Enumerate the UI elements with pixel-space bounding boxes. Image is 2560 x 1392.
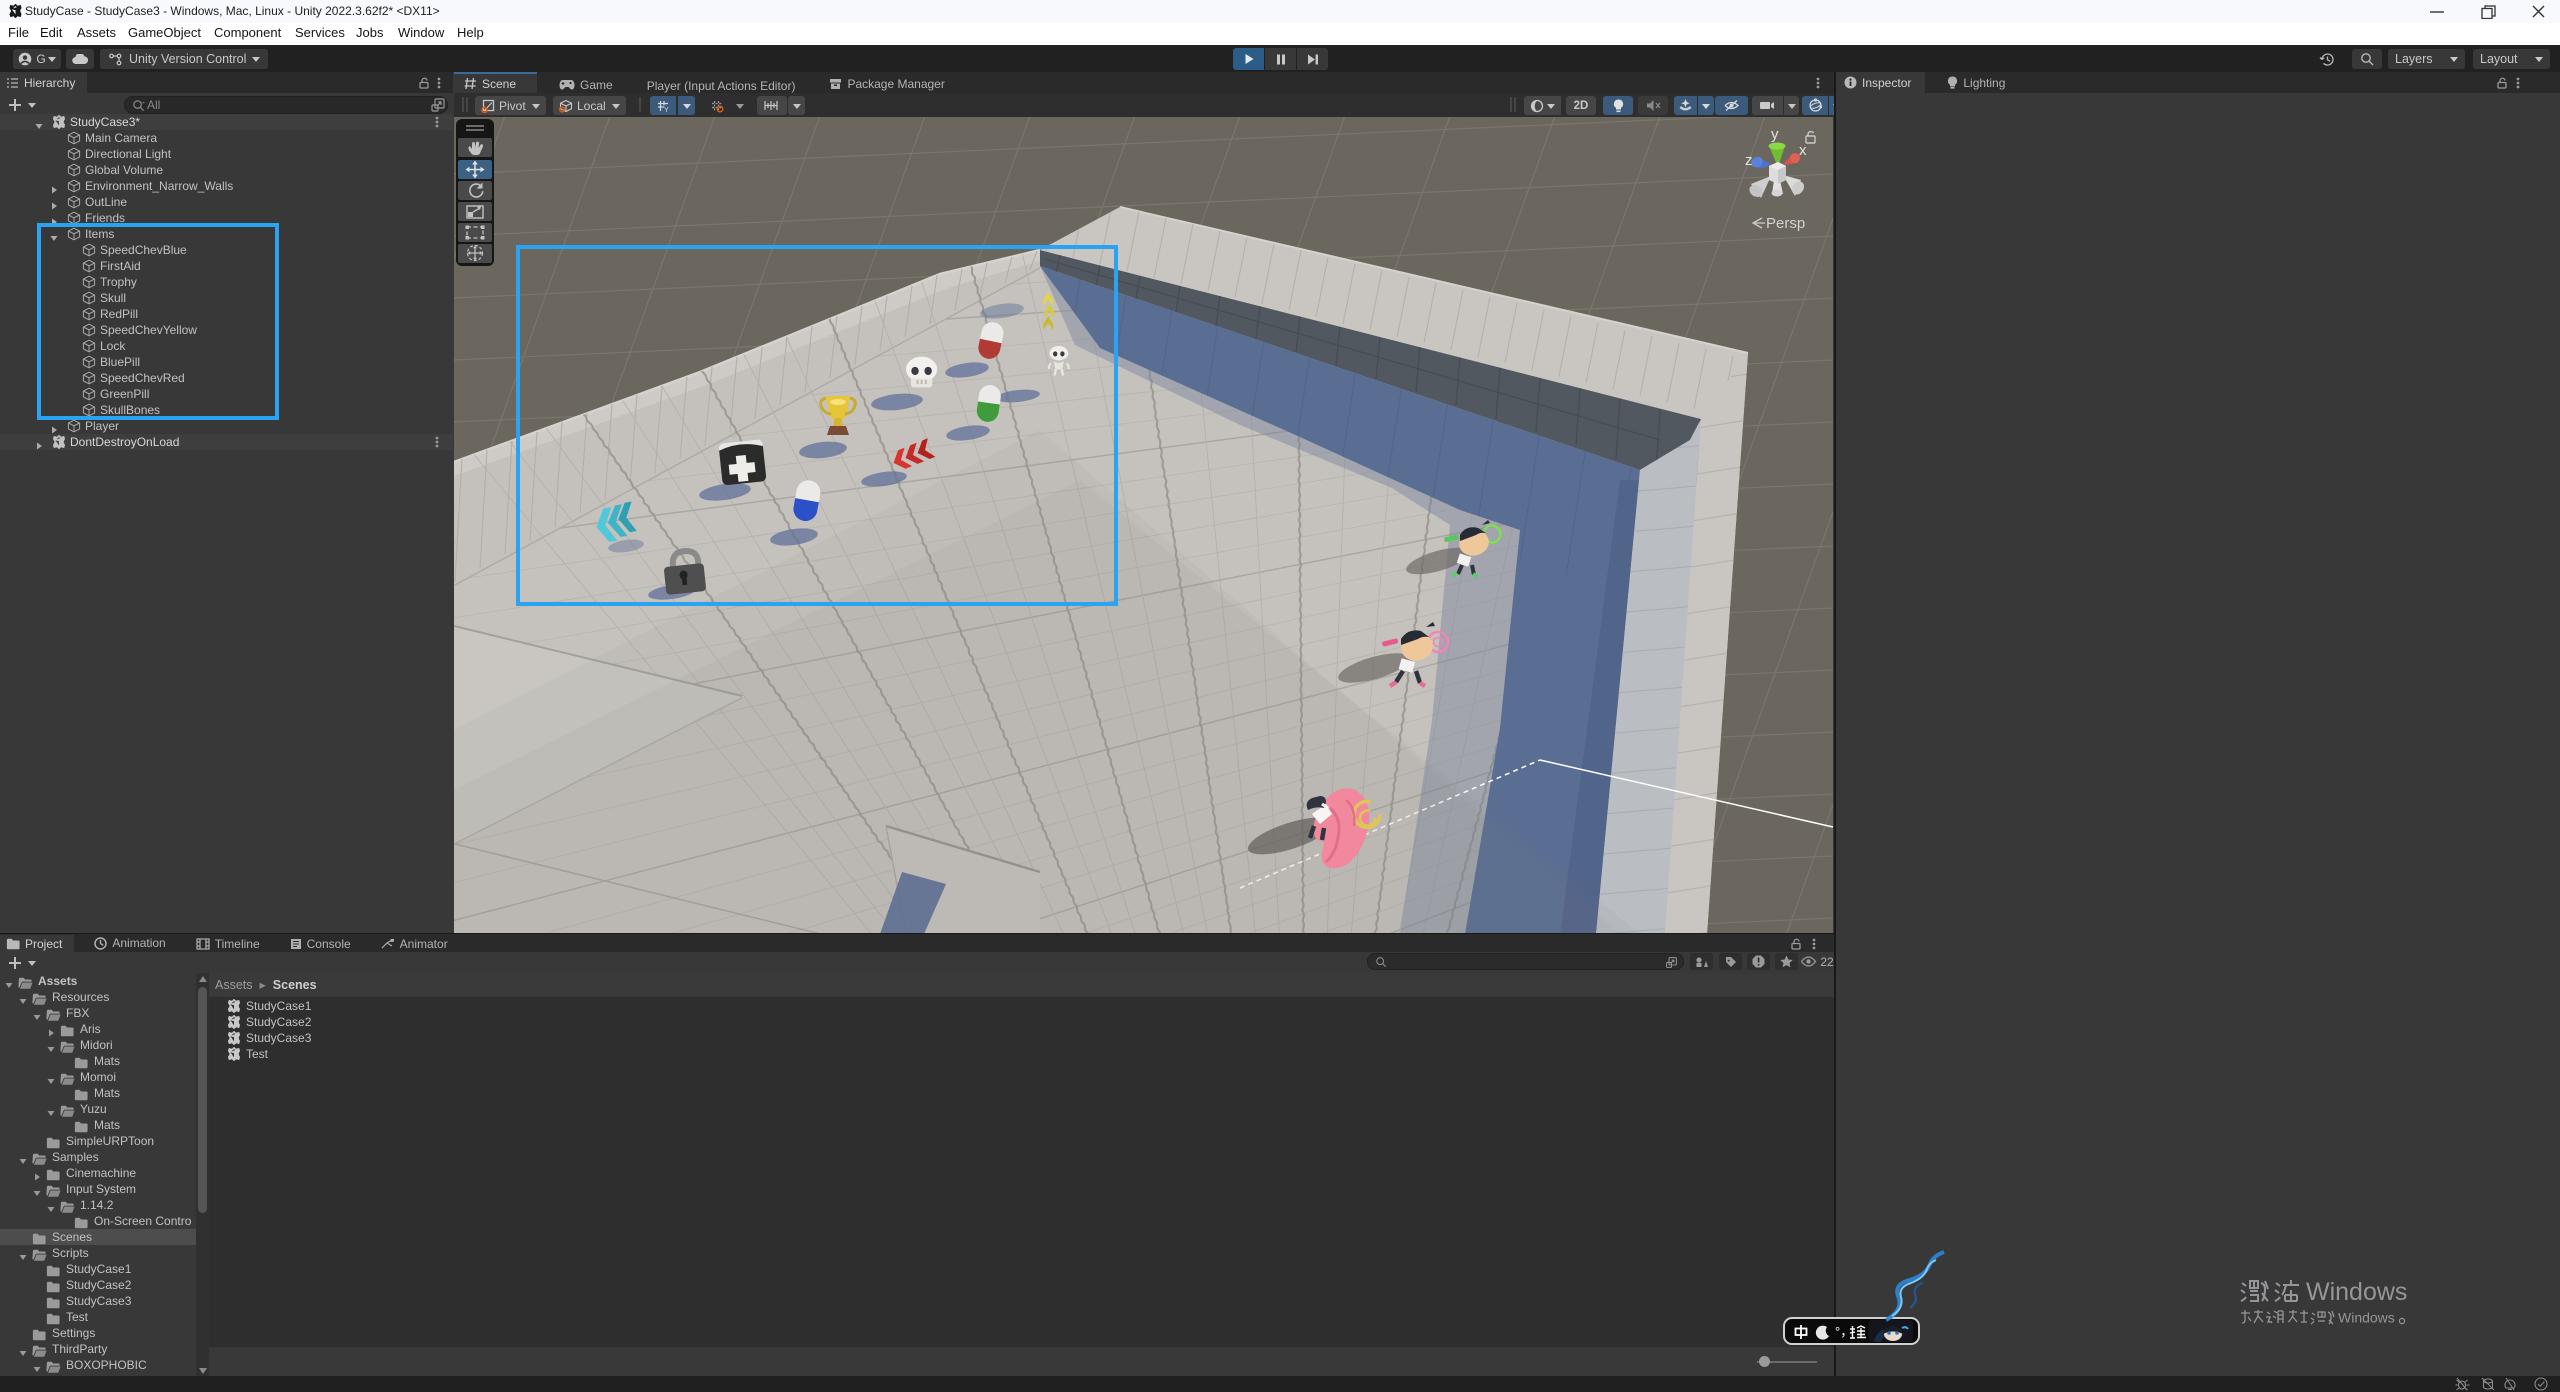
svg-text:z: z [1745,152,1753,169]
svg-text:Y: Y [664,107,669,113]
svg-text:Windows: Windows [2306,1278,2407,1305]
svg-text:Windows: Windows [2338,1310,2395,1326]
svg-text:x: x [1799,142,1807,159]
svg-text:y: y [1771,126,1779,143]
svg-text:Persp: Persp [1766,215,1805,232]
